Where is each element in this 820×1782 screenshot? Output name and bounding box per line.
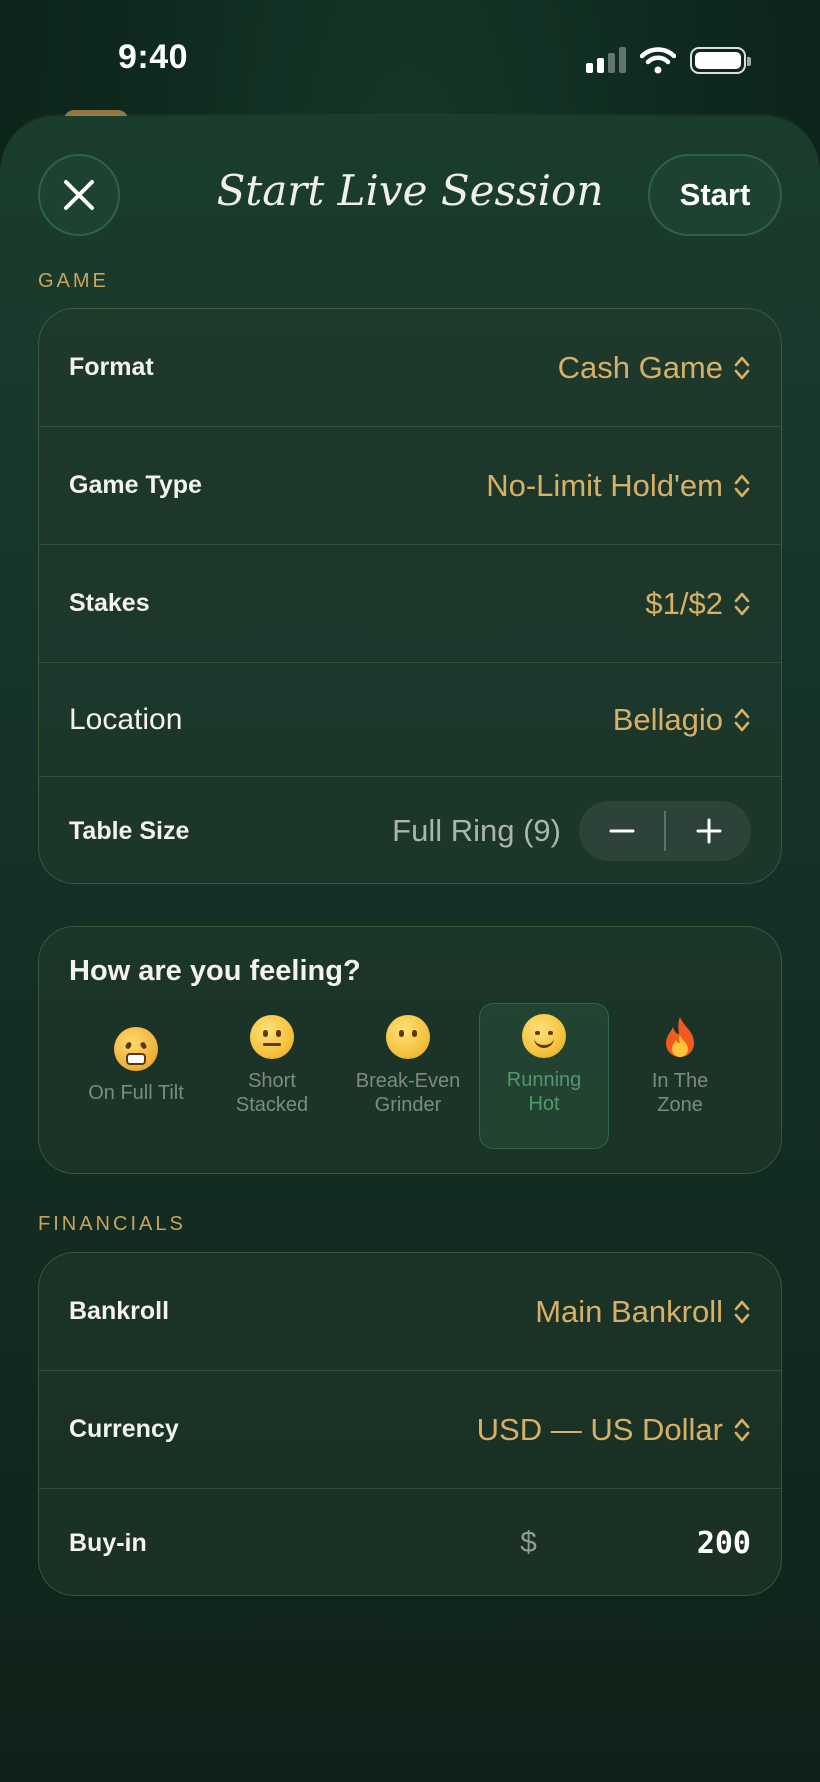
table-size-value: Full Ring (9)	[392, 813, 561, 848]
chevron-up-down-icon	[734, 592, 750, 615]
neutral-face-icon	[250, 1015, 294, 1059]
mood-label: On Full Tilt	[88, 1082, 184, 1104]
chevron-up-down-icon	[734, 356, 750, 379]
chevron-up-down-icon	[734, 1300, 750, 1323]
wifi-icon	[640, 47, 676, 74]
mood-option-full-tilt[interactable]: On Full Tilt	[71, 1003, 201, 1149]
mood-label: In The Zone	[651, 1070, 709, 1116]
game-type-picker[interactable]: No-Limit Hold'em	[486, 468, 751, 504]
location-label: Location	[69, 702, 183, 736]
buyin-label: Buy-in	[69, 1528, 147, 1557]
plus-icon	[696, 818, 721, 844]
location-row[interactable]: Location Bellagio	[39, 663, 781, 777]
currency-picker[interactable]: USD — US Dollar	[477, 1412, 751, 1448]
table-size-label: Table Size	[69, 816, 190, 845]
status-bar: 9:40	[0, 0, 820, 110]
mood-option-break-even[interactable]: Break-Even Grinder	[343, 1003, 473, 1149]
buyin-currency-symbol: $	[520, 1526, 537, 1559]
buyin-input[interactable]: 200	[697, 1526, 751, 1561]
mood-label: Running Hot	[506, 1069, 582, 1115]
battery-icon	[690, 46, 751, 74]
mood-label: Break-Even Grinder	[355, 1070, 461, 1116]
buyin-row: Buy-in $ 200	[39, 1489, 781, 1595]
mood-title: How are you feeling?	[69, 955, 361, 987]
financials-card: Bankroll Main Bankroll Currency USD — US…	[38, 1252, 782, 1596]
minus-icon	[609, 829, 634, 833]
section-label-financials: FINANCIALS	[38, 1213, 186, 1235]
decrement-button[interactable]	[579, 801, 664, 861]
section-label-game: GAME	[38, 270, 109, 292]
chevron-up-down-icon	[734, 708, 750, 731]
status-icons	[586, 46, 751, 74]
stakes-row[interactable]: Stakes $1/$2	[39, 545, 781, 663]
format-picker[interactable]: Cash Game	[558, 350, 751, 386]
mood-option-in-the-zone[interactable]: In The Zone	[615, 1003, 745, 1149]
format-label: Format	[69, 353, 154, 381]
mood-card: How are you feeling? On Full Tilt Short …	[38, 926, 782, 1174]
chevron-up-down-icon	[734, 1418, 750, 1441]
stakes-value: $1/$2	[645, 585, 723, 621]
bankroll-row[interactable]: Bankroll Main Bankroll	[39, 1253, 781, 1371]
game-type-label: Game Type	[69, 471, 202, 499]
game-type-row[interactable]: Game Type No-Limit Hold'em	[39, 427, 781, 545]
start-session-sheet: Start Live Session Start GAME Format Cas…	[0, 116, 820, 1782]
start-button[interactable]: Start	[648, 154, 782, 236]
table-size-row: Table Size Full Ring (9)	[39, 777, 781, 883]
mood-option-running-hot[interactable]: Running Hot	[479, 1003, 610, 1149]
format-value: Cash Game	[557, 349, 723, 385]
game-type-value: No-Limit Hold'em	[486, 467, 723, 503]
bankroll-label: Bankroll	[69, 1297, 170, 1325]
smiling-face-icon	[522, 1014, 567, 1058]
stakes-picker[interactable]: $1/$2	[645, 586, 751, 622]
status-time: 9:40	[118, 38, 189, 76]
currency-row[interactable]: Currency USD — US Dollar	[39, 1371, 781, 1489]
currency-value: USD — US Dollar	[476, 1411, 723, 1447]
table-size-stepper	[579, 801, 751, 861]
mood-option-short-stacked[interactable]: Short Stacked	[207, 1003, 337, 1149]
chevron-up-down-icon	[734, 474, 750, 497]
mood-label: Short Stacked	[235, 1070, 309, 1116]
increment-button[interactable]	[666, 801, 751, 861]
cellular-signal-icon	[586, 47, 626, 73]
angry-face-icon	[114, 1027, 158, 1071]
format-row[interactable]: Format Cash Game	[39, 309, 781, 427]
flat-face-icon	[386, 1015, 430, 1059]
bankroll-picker[interactable]: Main Bankroll	[535, 1294, 751, 1330]
currency-label: Currency	[69, 1415, 179, 1443]
bankroll-value: Main Bankroll	[535, 1293, 723, 1329]
mood-options: On Full Tilt Short Stacked Break-Even Gr…	[71, 1003, 751, 1149]
fire-icon	[666, 1017, 695, 1057]
location-picker[interactable]: Bellagio	[613, 702, 751, 738]
game-card: Format Cash Game Game Type No-Limit Hold…	[38, 308, 782, 884]
location-value: Bellagio	[612, 701, 723, 737]
stakes-label: Stakes	[69, 589, 150, 617]
